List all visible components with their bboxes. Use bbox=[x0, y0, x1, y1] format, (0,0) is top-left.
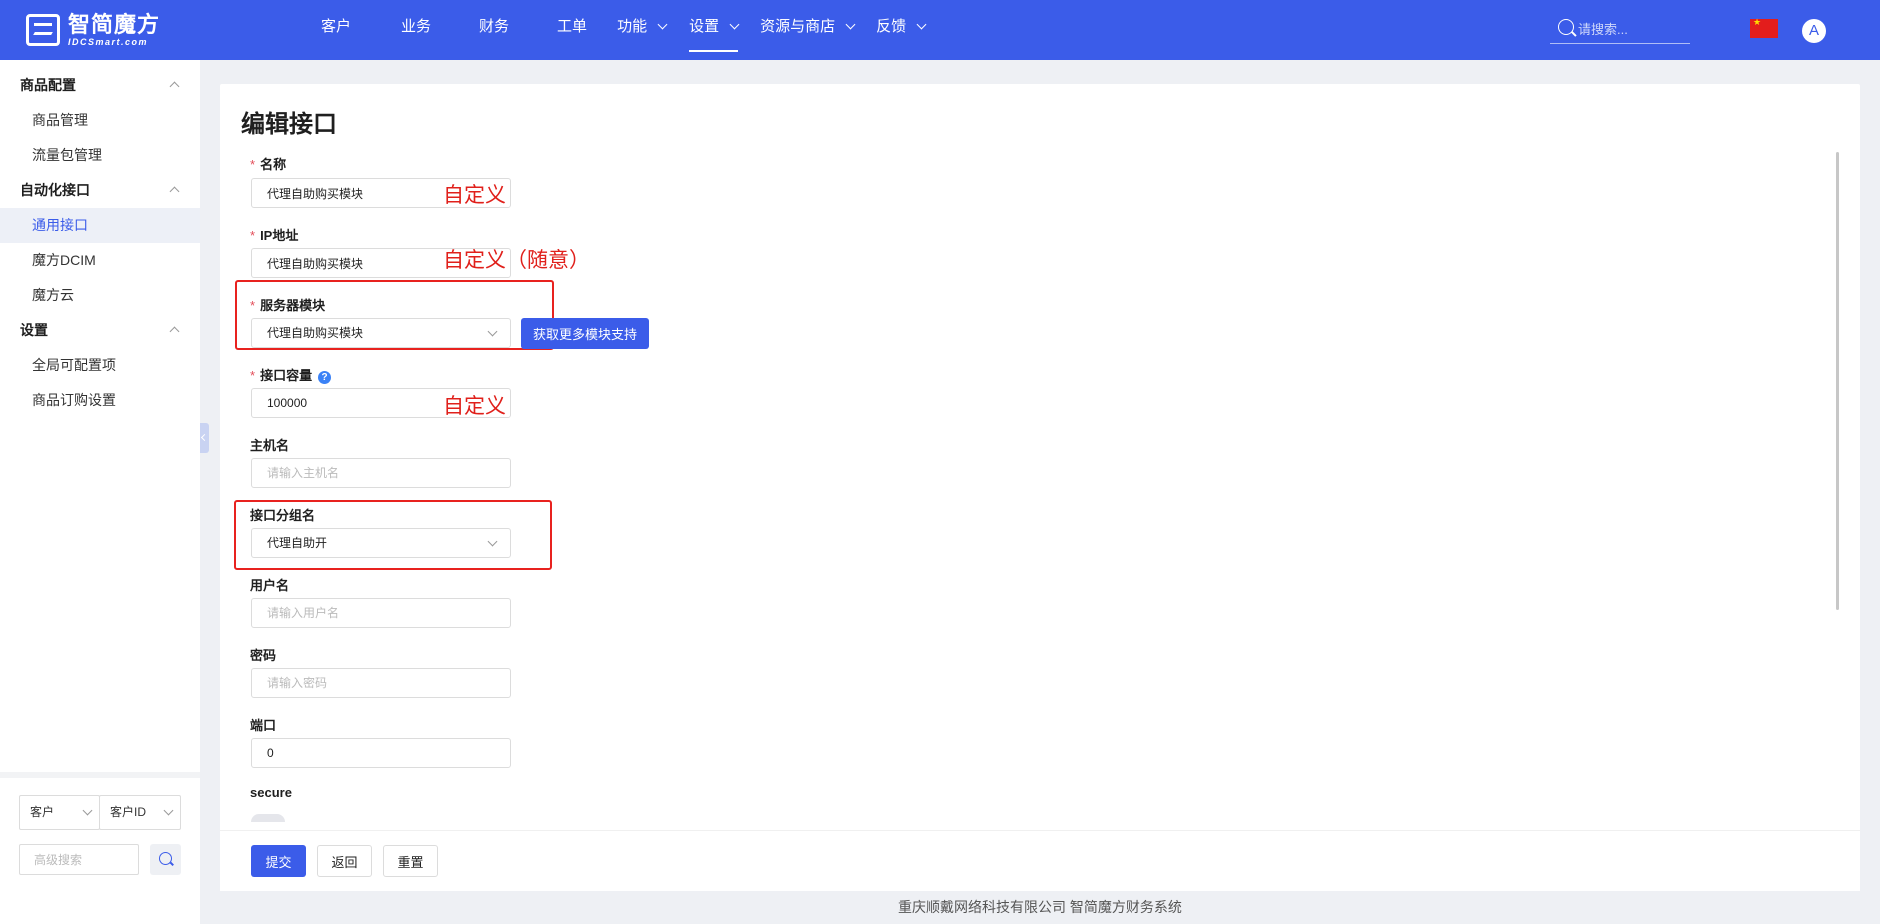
nav-item-customers[interactable]: 客户 bbox=[321, 0, 351, 60]
advanced-search-button[interactable] bbox=[150, 844, 181, 875]
logo[interactable]: 智简魔方 IDCSmart.com bbox=[26, 12, 176, 48]
china-flag-icon[interactable] bbox=[1750, 17, 1778, 38]
required-mark: * bbox=[250, 368, 256, 383]
page-title: 编辑接口 bbox=[241, 111, 337, 138]
filter-type-select[interactable]: 客户 bbox=[19, 795, 100, 830]
filter-field-select[interactable]: 客户ID bbox=[99, 795, 181, 830]
main-nav: 客户 业务 财务 工单 功能 设置 资源与商店 反馈 bbox=[300, 0, 927, 60]
server-module-label: * 服务器模块 bbox=[250, 298, 326, 313]
chevron-down-icon bbox=[487, 326, 498, 337]
nav-item-tickets[interactable]: 工单 bbox=[557, 0, 587, 60]
required-mark: * bbox=[250, 157, 256, 172]
secure-toggle[interactable] bbox=[251, 814, 285, 822]
ip-label: * IP地址 bbox=[250, 228, 299, 243]
sidebar-item-order-settings[interactable]: 商品订购设置 bbox=[0, 383, 200, 418]
search-input[interactable] bbox=[1578, 18, 1686, 40]
form-action-bar: 提交 返回 重置 bbox=[220, 830, 1860, 891]
port-input[interactable] bbox=[251, 738, 511, 768]
capacity-label: * 接口容量? bbox=[250, 365, 332, 384]
more-modules-button[interactable]: 获取更多模块支持 bbox=[521, 318, 649, 349]
nav-item-settings[interactable]: 设置 bbox=[689, 0, 740, 60]
chevron-up-icon bbox=[169, 186, 180, 197]
hostname-label: 主机名 bbox=[250, 438, 290, 453]
top-navbar: 智简魔方 IDCSmart.com 客户 业务 财务 工单 功能 设置 资源与商… bbox=[0, 0, 1880, 60]
chevron-down-icon bbox=[82, 805, 93, 816]
annotation-name-note: 自定义 bbox=[443, 184, 506, 207]
chevron-down-icon bbox=[916, 19, 927, 30]
reset-button[interactable]: 重置 bbox=[383, 845, 438, 877]
global-search bbox=[1550, 16, 1690, 44]
nav-item-feedback[interactable]: 反馈 bbox=[876, 0, 927, 60]
sidebar-collapse-handle[interactable] bbox=[200, 423, 209, 453]
logo-title: 智简魔方 bbox=[68, 11, 161, 37]
sidebar-item-product-management[interactable]: 商品管理 bbox=[0, 103, 200, 138]
chevron-down-icon bbox=[487, 536, 498, 547]
advanced-search-input[interactable] bbox=[19, 844, 139, 875]
scrollbar[interactable] bbox=[1836, 152, 1839, 610]
sidebar-item-dcim[interactable]: 魔方DCIM bbox=[0, 243, 200, 278]
copyright-footer: 重庆顺戴网络科技有限公司 智简魔方财务系统 bbox=[898, 899, 1182, 915]
sidebar-item-general-interface[interactable]: 通用接口 bbox=[0, 208, 200, 243]
hostname-input[interactable] bbox=[251, 458, 511, 488]
sidebar-group-settings[interactable]: 设置 bbox=[0, 313, 200, 348]
sidebar-group-product-config[interactable]: 商品配置 bbox=[0, 68, 200, 103]
annotation-capacity-note: 自定义 bbox=[443, 395, 506, 418]
avatar[interactable]: A bbox=[1802, 19, 1826, 43]
secure-label: secure bbox=[250, 785, 292, 800]
sidebar-item-mofang-cloud[interactable]: 魔方云 bbox=[0, 278, 200, 313]
port-label: 端口 bbox=[250, 718, 277, 733]
group-select[interactable]: 代理自助开 bbox=[251, 528, 511, 558]
username-input[interactable] bbox=[251, 598, 511, 628]
nav-item-business[interactable]: 业务 bbox=[401, 0, 431, 60]
password-label: 密码 bbox=[250, 648, 277, 663]
chevron-down-icon bbox=[845, 19, 856, 30]
chevron-down-icon bbox=[657, 19, 668, 30]
required-mark: * bbox=[250, 228, 256, 243]
required-mark: * bbox=[250, 298, 256, 313]
chevron-down-icon bbox=[163, 805, 174, 816]
name-label: * 名称 bbox=[250, 157, 287, 172]
server-module-select[interactable]: 代理自助购买模块 bbox=[251, 318, 511, 348]
group-label: 接口分组名 bbox=[250, 508, 316, 523]
back-button[interactable]: 返回 bbox=[317, 845, 372, 877]
submit-button[interactable]: 提交 bbox=[251, 845, 306, 877]
logo-icon bbox=[26, 14, 60, 46]
search-icon[interactable] bbox=[1558, 19, 1574, 35]
chevron-down-icon bbox=[729, 19, 740, 30]
nav-item-resources-store[interactable]: 资源与商店 bbox=[760, 0, 856, 60]
nav-item-finance[interactable]: 财务 bbox=[479, 0, 509, 60]
edit-interface-card: 编辑接口 *名称 自定义 *IP地址 自定义（随意） *服务器模块 代理自助购买… bbox=[220, 84, 1860, 891]
nav-item-features[interactable]: 功能 bbox=[617, 0, 668, 60]
chevron-up-icon bbox=[169, 326, 180, 337]
help-icon[interactable]: ? bbox=[318, 371, 332, 384]
sidebar-divider bbox=[0, 772, 200, 778]
sidebar-item-global-config[interactable]: 全局可配置项 bbox=[0, 348, 200, 383]
sidebar: 商品配置 商品管理 流量包管理 自动化接口 通用接口 魔方DCIM 魔方云 设置… bbox=[0, 60, 200, 924]
chevron-up-icon bbox=[169, 81, 180, 92]
annotation-ip-note: 自定义（随意） bbox=[443, 249, 590, 272]
sidebar-item-traffic-package[interactable]: 流量包管理 bbox=[0, 138, 200, 173]
sidebar-group-automation[interactable]: 自动化接口 bbox=[0, 173, 200, 208]
username-label: 用户名 bbox=[250, 578, 290, 593]
logo-subtitle: IDCSmart.com bbox=[68, 36, 149, 47]
search-icon bbox=[159, 852, 172, 865]
password-input[interactable] bbox=[251, 668, 511, 698]
